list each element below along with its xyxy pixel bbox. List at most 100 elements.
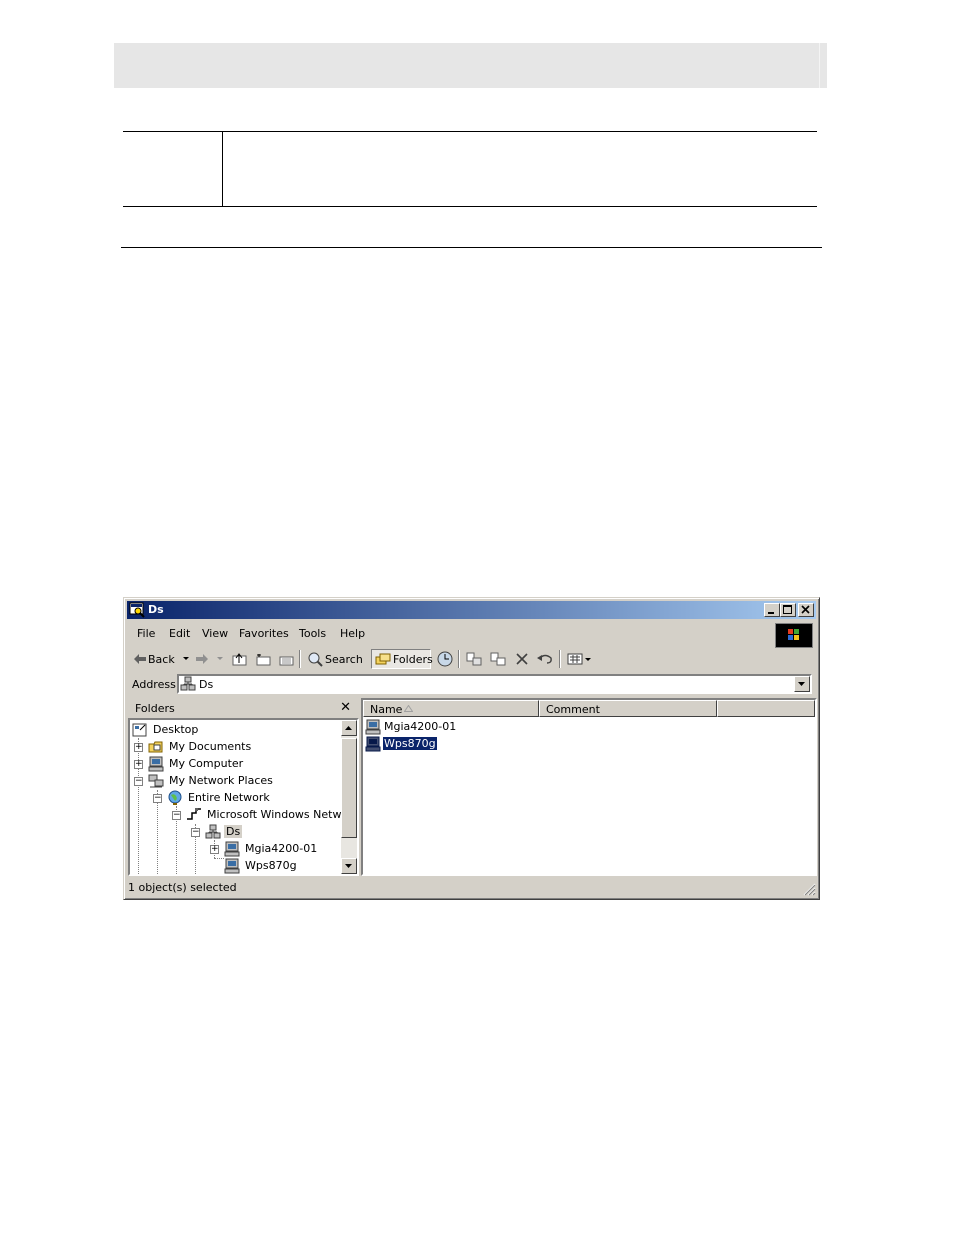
- tree-scrollbar[interactable]: [341, 720, 357, 874]
- workgroup-icon: [205, 824, 221, 839]
- folders-icon: [375, 653, 391, 665]
- maximize-button[interactable]: [780, 603, 796, 617]
- new-folder-icon: [256, 654, 271, 666]
- history-icon: [437, 651, 453, 667]
- menu-bar: File Edit View Favorites Tools Help: [127, 621, 816, 648]
- desktop-icon: [132, 723, 147, 737]
- computer-icon: [365, 719, 381, 735]
- folder-icon: [148, 741, 163, 753]
- copy-to-icon: [490, 652, 506, 666]
- address-dropdown-button[interactable]: [794, 676, 810, 692]
- move-to-icon: [466, 652, 482, 666]
- windows-logo-icon: [775, 623, 813, 648]
- expand-my-computer[interactable]: +: [134, 759, 143, 769]
- folders-button[interactable]: Folders: [371, 649, 433, 669]
- explore-window-icon: [129, 602, 145, 618]
- section-rule: [121, 247, 822, 248]
- page-header-edge: [819, 43, 820, 88]
- copy-to-folder-button[interactable]: [489, 650, 507, 668]
- undo-icon: [537, 654, 552, 664]
- menu-tools[interactable]: Tools: [299, 627, 326, 640]
- maximize-icon: [783, 605, 792, 614]
- explorer-window: Ds File Edit View Favorites Tools Help B…: [123, 597, 820, 900]
- expand-my-documents[interactable]: +: [134, 742, 143, 752]
- table-column-divider: [222, 131, 223, 207]
- toolbar-separator: [299, 650, 301, 668]
- status-bar: 1 object(s) selected: [127, 878, 816, 896]
- computer-icon: [148, 756, 164, 772]
- copy-to-button[interactable]: [277, 650, 295, 668]
- window-title: Ds: [148, 603, 164, 616]
- close-folders-pane-icon[interactable]: ✕: [340, 700, 351, 715]
- up-folder-icon: [232, 653, 247, 666]
- computer-icon: [224, 858, 240, 874]
- network-places-icon: [148, 774, 164, 788]
- scroll-up-button[interactable]: [341, 720, 357, 736]
- collapse-my-network-places[interactable]: −: [134, 776, 143, 786]
- undo-button[interactable]: [535, 650, 555, 668]
- views-button[interactable]: [567, 650, 593, 668]
- minimize-button[interactable]: [764, 603, 780, 617]
- move-to-button[interactable]: [254, 650, 272, 668]
- back-button[interactable]: Back: [133, 650, 189, 668]
- column-header-name[interactable]: Name: [363, 700, 539, 717]
- chevron-down-icon: [217, 657, 223, 660]
- address-input[interactable]: Ds: [177, 674, 812, 694]
- history-button[interactable]: [436, 650, 454, 668]
- computer-icon: [365, 736, 381, 752]
- workgroup-icon: [180, 676, 196, 691]
- back-arrow-icon: [134, 654, 146, 664]
- collapse-microsoft-windows-network[interactable]: −: [172, 810, 181, 820]
- chevron-down-icon: [345, 864, 352, 868]
- minimize-icon: [768, 612, 774, 614]
- chevron-down-icon: [183, 657, 189, 660]
- standard-toolbar: Back Search Folders: [127, 647, 816, 671]
- status-text: 1 object(s) selected: [128, 881, 237, 894]
- table-top-rule: [123, 131, 817, 132]
- toolbar-separator: [458, 650, 460, 668]
- collapse-ds[interactable]: −: [191, 827, 200, 837]
- close-button[interactable]: [798, 603, 814, 617]
- sort-ascending-icon: [404, 705, 413, 712]
- table-bottom-rule: [123, 206, 817, 207]
- resize-grip-icon[interactable]: [802, 882, 816, 896]
- folders-pane-title: Folders: [135, 702, 175, 715]
- delete-icon: [516, 653, 528, 665]
- page-header-band: [114, 43, 827, 88]
- title-bar[interactable]: Ds: [127, 601, 816, 619]
- delete-button[interactable]: [513, 650, 531, 668]
- toolbar-separator: [559, 650, 561, 668]
- scroll-down-button[interactable]: [341, 858, 357, 874]
- computer-icon: [224, 841, 240, 857]
- file-list-pane: Name Comment Mgia4200-01 Wps870g: [361, 698, 817, 876]
- menu-file[interactable]: File: [137, 627, 155, 640]
- up-folder-button[interactable]: [231, 650, 249, 668]
- address-value: Ds: [199, 678, 214, 691]
- search-button[interactable]: Search: [307, 650, 363, 668]
- menu-edit[interactable]: Edit: [169, 627, 190, 640]
- expand-mgia4200-01[interactable]: +: [210, 844, 219, 854]
- chevron-down-icon: [798, 682, 805, 686]
- column-header-comment[interactable]: Comment: [539, 700, 717, 717]
- network-icon: [187, 808, 201, 820]
- views-icon: [567, 653, 591, 665]
- chevron-up-icon: [345, 726, 352, 730]
- scroll-thumb[interactable]: [341, 738, 357, 838]
- address-bar: Address Ds: [127, 673, 816, 696]
- folder-grid-icon: [279, 656, 294, 666]
- menu-help[interactable]: Help: [340, 627, 365, 640]
- move-to-folder-button[interactable]: [465, 650, 483, 668]
- folders-pane: Folders ✕ Desktop + My Documents + My Co…: [127, 698, 359, 876]
- menu-view[interactable]: View: [202, 627, 228, 640]
- search-icon: [308, 652, 323, 667]
- column-header-blank: [717, 700, 815, 717]
- collapse-entire-network[interactable]: −: [153, 793, 162, 803]
- globe-icon: [168, 790, 182, 805]
- close-icon: [801, 605, 810, 614]
- address-label: Address: [132, 678, 176, 691]
- forward-button[interactable]: [195, 650, 225, 668]
- menu-favorites[interactable]: Favorites: [239, 627, 289, 640]
- folders-pane-header: Folders ✕: [127, 698, 359, 718]
- forward-arrow-icon: [196, 654, 208, 664]
- folder-tree: Desktop + My Documents + My Computer − M…: [128, 718, 359, 876]
